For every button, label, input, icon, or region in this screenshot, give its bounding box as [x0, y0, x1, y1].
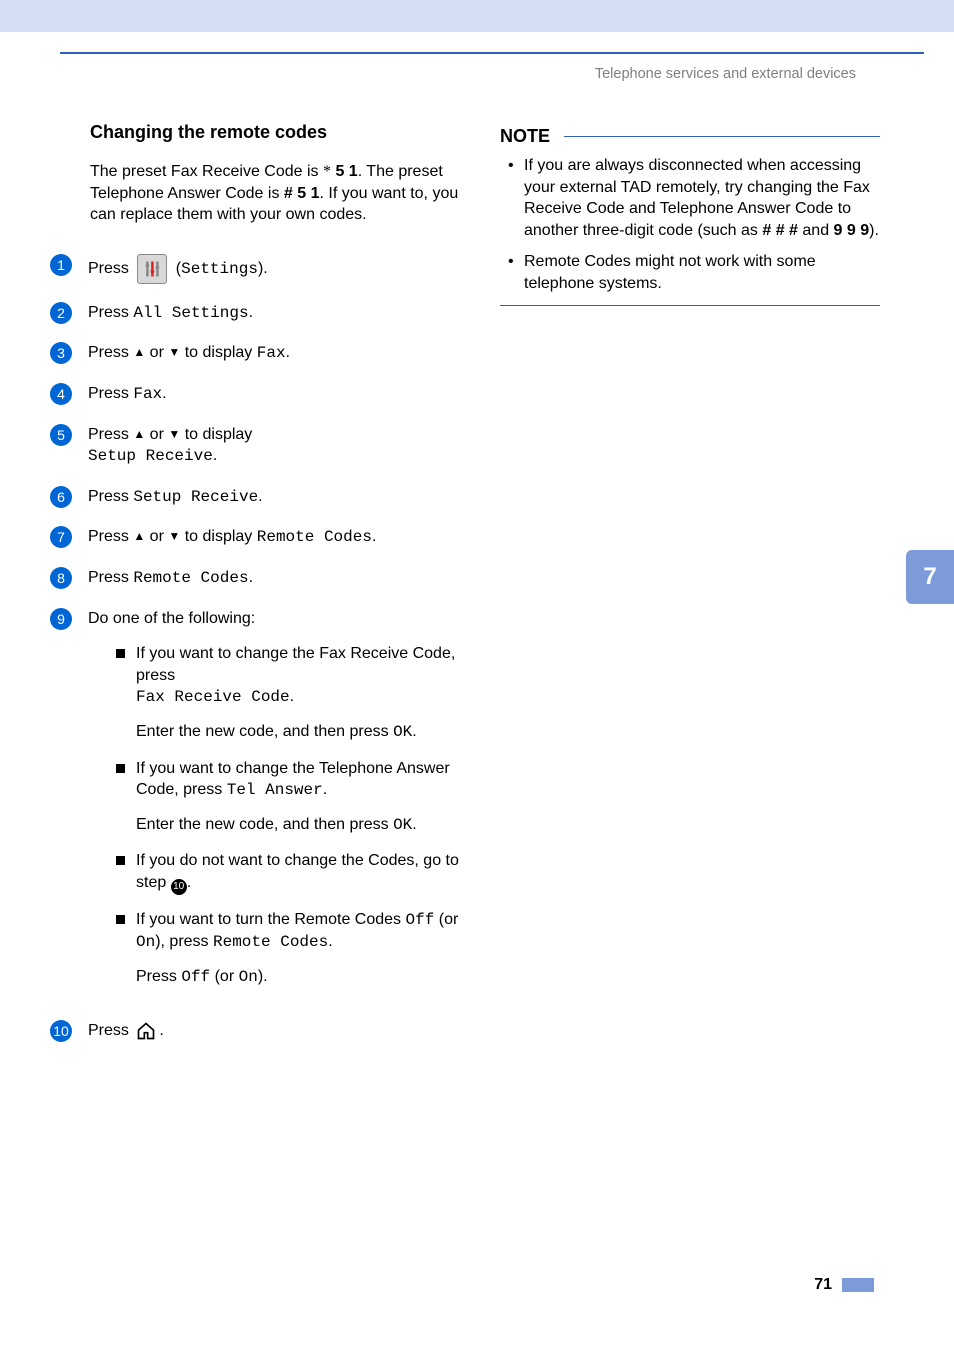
- step-4: 4 Press Fax.: [90, 383, 460, 406]
- step-number-badge: 1: [50, 254, 72, 276]
- step-number-badge: 8: [50, 567, 72, 589]
- step-8: 8 Press Remote Codes.: [90, 567, 460, 590]
- up-arrow-icon: ▲: [133, 529, 145, 543]
- step-body: Press .: [88, 1020, 460, 1042]
- note-block: NOTE If you are always disconnected when…: [500, 126, 880, 306]
- step-number-badge: 10: [50, 1020, 72, 1042]
- note-list: If you are always disconnected when acce…: [500, 155, 880, 295]
- up-arrow-icon: ▲: [133, 345, 145, 359]
- left-column: Changing the remote codes The preset Fax…: [90, 122, 460, 1060]
- sub-option: If you want to turn the Remote Codes Off…: [116, 909, 460, 989]
- down-arrow-icon: ▼: [168, 345, 180, 359]
- step-number-badge: 3: [50, 342, 72, 364]
- step-body: Do one of the following: If you want to …: [88, 608, 460, 1003]
- step-body: Press Setup Receive.: [88, 486, 460, 509]
- sub-option: If you want to change the Fax Receive Co…: [116, 643, 460, 743]
- breadcrumb: Telephone services and external devices: [0, 66, 856, 82]
- right-column: NOTE If you are always disconnected when…: [500, 122, 880, 1060]
- header-divider: [60, 52, 924, 54]
- up-arrow-icon: ▲: [133, 427, 145, 441]
- step-body: Press (Settings).: [88, 254, 460, 284]
- step-number-badge: 5: [50, 424, 72, 446]
- step-10: 10 Press .: [90, 1020, 460, 1042]
- step-1: 1 Press (Settings).: [90, 254, 460, 284]
- step-body: Press ▲ or ▼ to display Remote Codes.: [88, 526, 460, 549]
- step-7: 7 Press ▲ or ▼ to display Remote Codes.: [90, 526, 460, 549]
- footer-accent-bar: [842, 1278, 874, 1292]
- step-3: 3 Press ▲ or ▼ to display Fax.: [90, 342, 460, 365]
- note-item: If you are always disconnected when acce…: [500, 155, 880, 241]
- step-2: 2 Press All Settings.: [90, 302, 460, 325]
- step-9: 9 Do one of the following: If you want t…: [90, 608, 460, 1003]
- step-number-badge: 4: [50, 383, 72, 405]
- sub-options-list: If you want to change the Fax Receive Co…: [116, 643, 460, 988]
- sub-option: If you want to change the Telephone Answ…: [116, 758, 460, 837]
- step-body: Press Remote Codes.: [88, 567, 460, 590]
- step-number-badge: 9: [50, 608, 72, 630]
- step-body: Press ▲ or ▼ to displaySetup Receive.: [88, 424, 460, 468]
- note-header-line: [564, 136, 880, 138]
- page: Telephone services and external devices …: [0, 0, 954, 1350]
- section-title: Changing the remote codes: [90, 122, 460, 143]
- down-arrow-icon: ▼: [168, 427, 180, 441]
- note-title: NOTE: [500, 126, 550, 147]
- chapter-tab: 7: [906, 550, 954, 604]
- step-body: Press All Settings.: [88, 302, 460, 325]
- note-footer-line: [500, 305, 880, 307]
- top-accent-bar: [0, 0, 954, 32]
- step-body: Press Fax.: [88, 383, 460, 406]
- note-item: Remote Codes might not work with some te…: [500, 251, 880, 294]
- settings-icon: [137, 254, 167, 284]
- down-arrow-icon: ▼: [168, 529, 180, 543]
- content-columns: Changing the remote codes The preset Fax…: [0, 82, 954, 1060]
- step-6: 6 Press Setup Receive.: [90, 486, 460, 509]
- page-number: 71: [814, 1276, 832, 1294]
- sub-option: If you do not want to change the Codes, …: [116, 850, 460, 894]
- step-number-badge: 7: [50, 526, 72, 548]
- intro-paragraph: The preset Fax Receive Code is * 5 1. Th…: [90, 161, 460, 226]
- step-number-badge: 6: [50, 486, 72, 508]
- step-body: Press ▲ or ▼ to display Fax.: [88, 342, 460, 365]
- step-5: 5 Press ▲ or ▼ to displaySetup Receive.: [90, 424, 460, 468]
- page-footer: 71: [814, 1276, 874, 1294]
- home-icon: [135, 1020, 157, 1042]
- step-ref-10: 10: [171, 879, 187, 895]
- step-number-badge: 2: [50, 302, 72, 324]
